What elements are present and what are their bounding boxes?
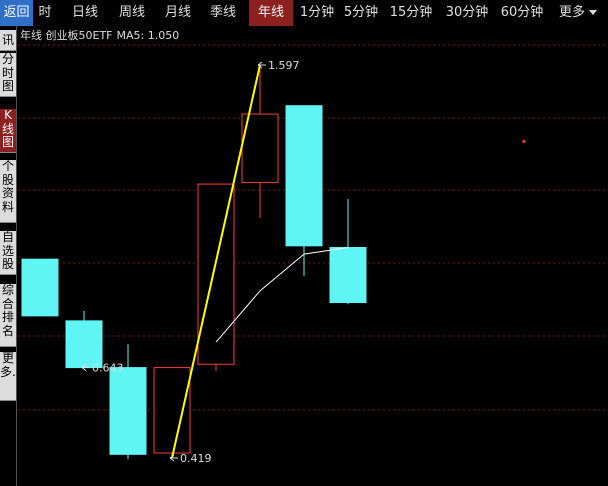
tab-15min[interactable]: 15分钟 <box>387 0 435 26</box>
sidebar-item-news[interactable]: 讯 <box>0 30 16 51</box>
candle-body <box>109 367 147 455</box>
sidebar-item-ranking[interactable]: 综合排名 <box>0 284 16 347</box>
trend-line-segment <box>171 64 261 459</box>
kline-chart[interactable]: 1.597 0.419 0.643 <box>0 0 608 486</box>
price-annotation-label: 0.419 <box>180 452 212 465</box>
tab-5min[interactable]: 5分钟 <box>341 0 381 26</box>
ma5-line <box>215 246 349 343</box>
candle-body <box>197 183 235 365</box>
candle-body <box>65 320 103 369</box>
tab-more[interactable]: 更多 <box>553 0 603 26</box>
tab-1min[interactable]: 1分钟 <box>297 0 337 26</box>
marker-dot <box>522 139 526 143</box>
security-name: 创业板50ETF <box>45 29 113 42</box>
tab-60min[interactable]: 60分钟 <box>497 0 547 26</box>
tab-more-label: 更多 <box>558 5 585 20</box>
tab-daily[interactable]: 日线 <box>66 0 104 26</box>
chart-header: 年线 创业板50ETF MA5: 1.050 <box>20 27 179 43</box>
candle-body <box>153 367 191 454</box>
price-annotation-label: 0.643 <box>92 362 124 375</box>
candle-body <box>21 258 59 317</box>
candle-body <box>285 105 323 247</box>
sidebar-item-timeshare[interactable]: 分时图 <box>0 53 16 97</box>
tab-30min[interactable]: 30分钟 <box>442 0 492 26</box>
ma5-polyline <box>215 246 349 343</box>
sidebar-item-more[interactable]: 更多.. <box>0 352 16 401</box>
sidebar-item-watchlist[interactable]: 自选股 <box>0 231 16 275</box>
back-button[interactable]: 返回 <box>0 0 33 26</box>
sidebar-item-kline[interactable]: K线图 <box>0 109 16 153</box>
period-toolbar: 返回 时 日线 周线 月线 季线 年线 1分钟 5分钟 15分钟 30分钟 60… <box>0 0 608 26</box>
sidebar-item-profile[interactable]: 个股资料 <box>0 160 16 223</box>
candle-body <box>329 246 367 304</box>
chevron-down-icon <box>589 10 597 15</box>
tab-weekly[interactable]: 周线 <box>113 0 151 26</box>
tab-yearly[interactable]: 年线 <box>249 0 293 26</box>
left-sidebar: 讯 分时图 K线图 个股资料 自选股 综合排名 更多.. <box>0 26 17 486</box>
price-annotation-label: 1.597 <box>268 59 300 72</box>
tab-monthly[interactable]: 月线 <box>159 0 197 26</box>
candles <box>21 65 367 460</box>
tab-intraday[interactable]: 时 <box>33 0 57 26</box>
tab-quarterly[interactable]: 季线 <box>204 0 242 26</box>
chart-period: 年线 <box>20 29 42 42</box>
ma5-value: 1.050 <box>147 29 180 42</box>
ma5-label: MA5: <box>116 29 145 42</box>
